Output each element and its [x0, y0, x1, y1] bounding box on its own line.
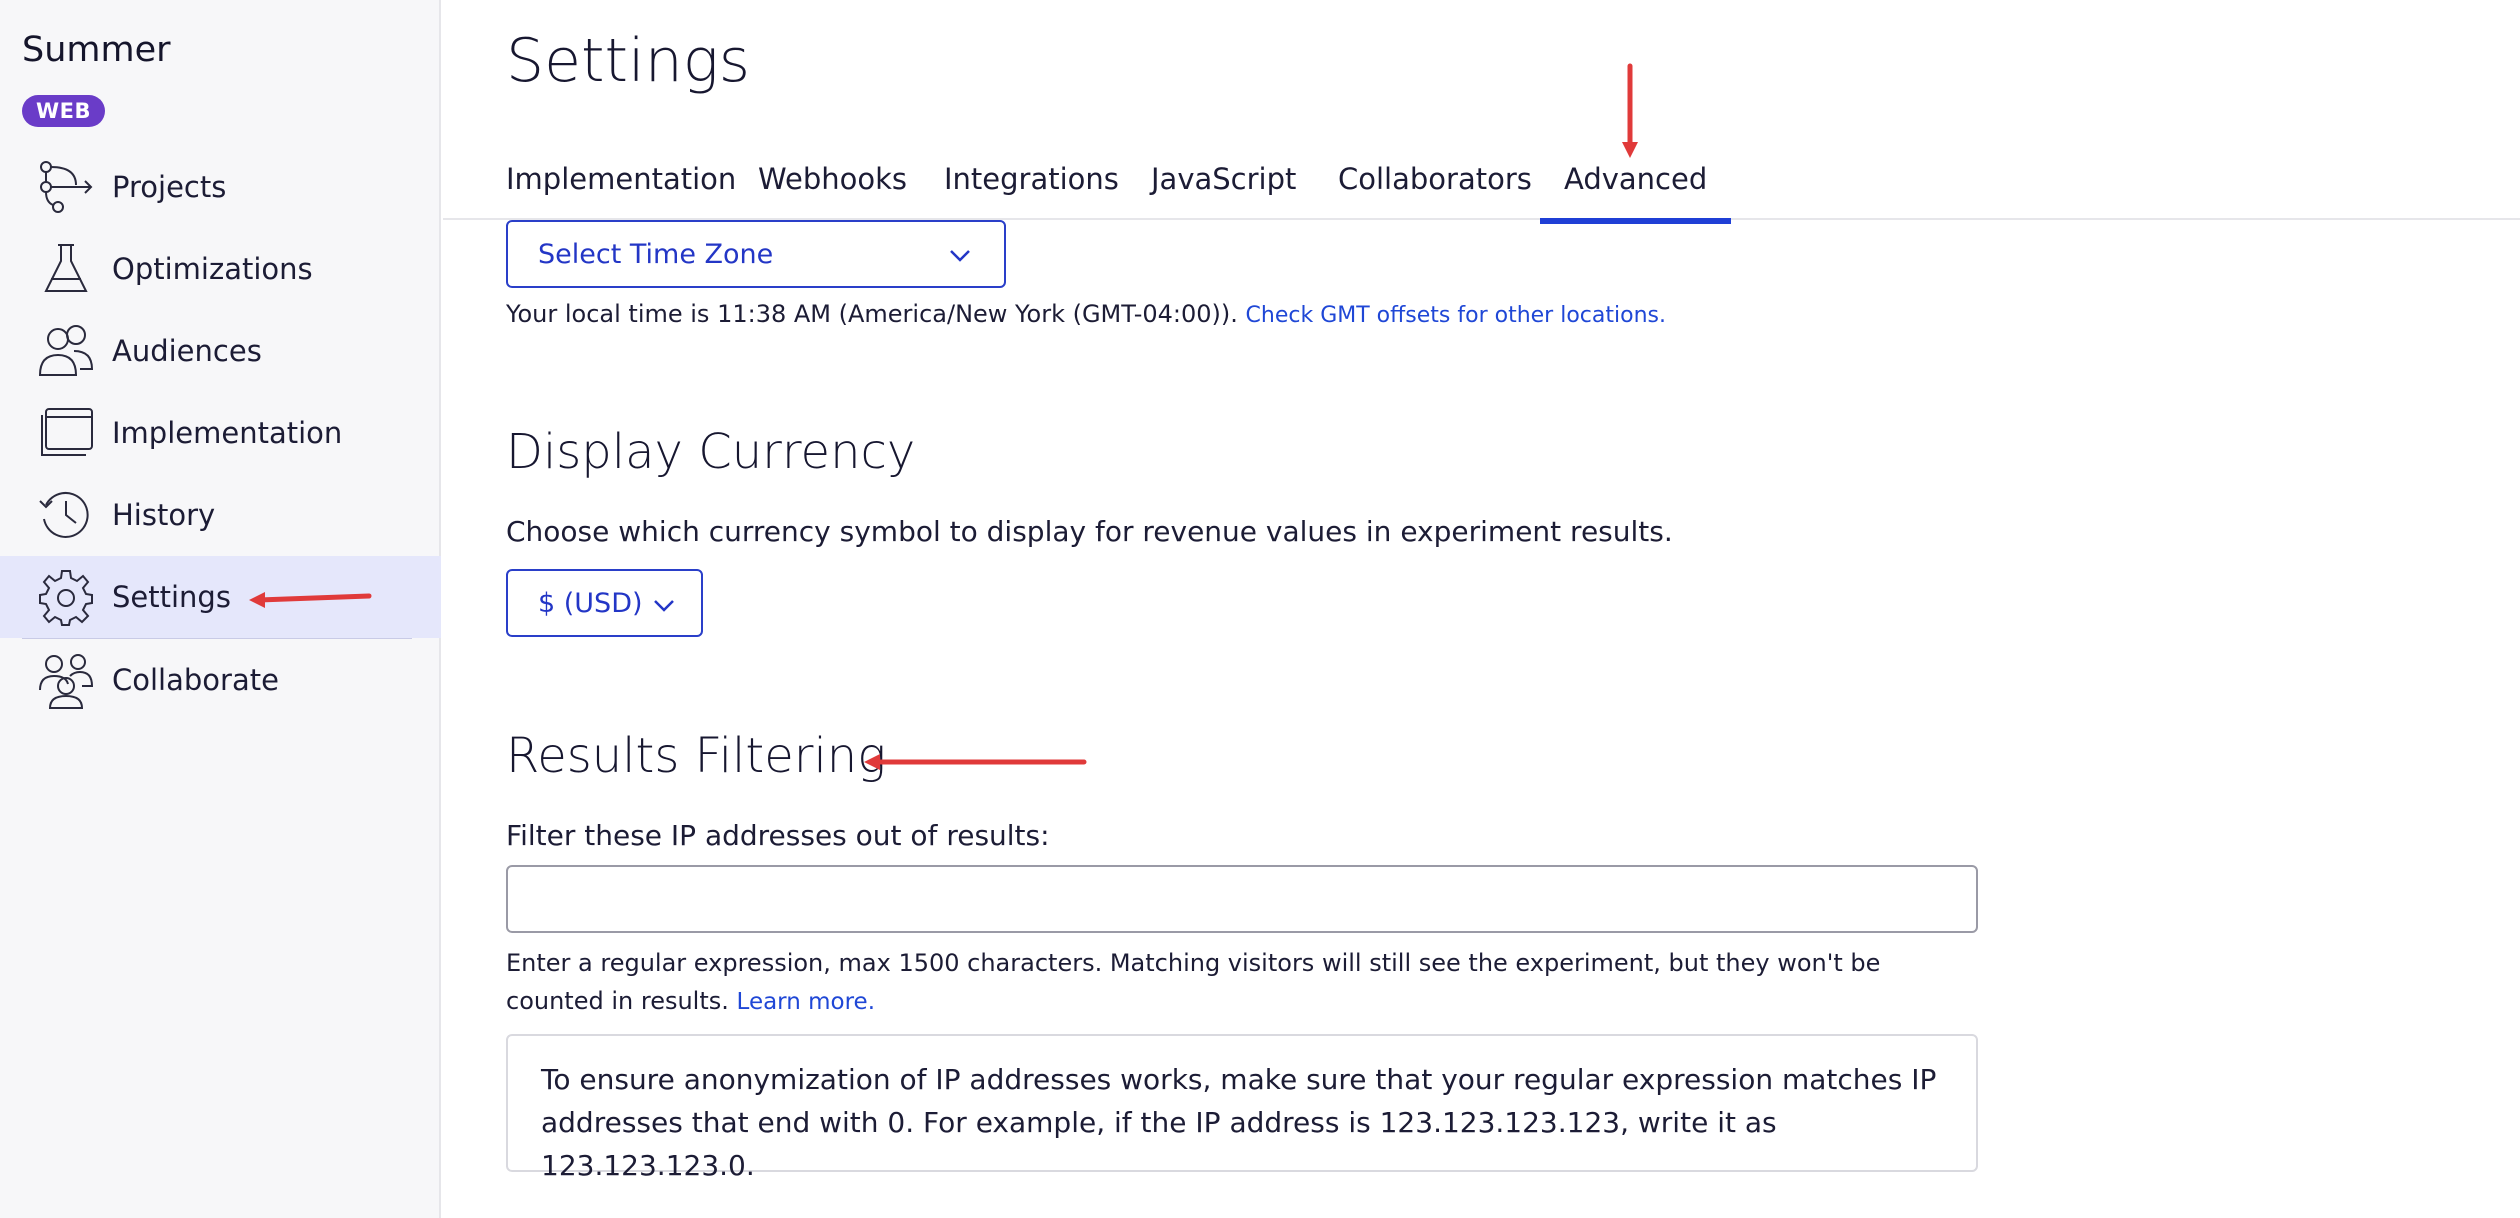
sidebar-item-optimizations[interactable]: Optimizations [0, 228, 441, 310]
sidebar-nav: Projects Optimizations Audiences Impleme… [0, 146, 441, 721]
implementation-icon [36, 403, 96, 463]
page-title: Settings [506, 26, 751, 96]
flask-icon [36, 239, 96, 299]
tab-collaborators[interactable]: Collaborators [1338, 162, 1532, 196]
main-content: Settings Implementation Webhooks Integra… [443, 0, 2520, 1218]
platform-badge: WEB [22, 95, 106, 127]
timezone-select[interactable]: Select Time Zone [506, 220, 1006, 288]
projects-icon [36, 157, 96, 217]
ip-filter-help: Enter a regular expression, max 1500 cha… [506, 944, 1978, 1021]
currency-select[interactable]: $ (USD) [506, 569, 703, 637]
sidebar-item-implementation[interactable]: Implementation [0, 392, 441, 474]
sidebar-item-history[interactable]: History [0, 474, 441, 556]
display-currency-description: Choose which currency symbol to display … [506, 515, 1673, 548]
timezone-select-label: Select Time Zone [538, 238, 774, 270]
ip-filter-label: Filter these IP addresses out of results… [506, 819, 1050, 852]
ip-anonymization-notice: To ensure anonymization of IP addresses … [506, 1034, 1978, 1182]
chevron-down-icon [950, 250, 970, 262]
ip-filter-help-text: Enter a regular expression, max 1500 cha… [506, 949, 1881, 1015]
sidebar-item-collaborate[interactable]: Collaborate [0, 639, 441, 721]
sidebar-item-label: Audiences [112, 334, 262, 368]
settings-tabs: Implementation Webhooks Integrations Jav… [443, 150, 2520, 224]
tab-javascript[interactable]: JavaScript [1151, 162, 1296, 196]
sidebar-item-label: Settings [112, 580, 231, 614]
gear-icon [36, 567, 96, 627]
sidebar-item-projects[interactable]: Projects [0, 146, 441, 228]
project-name[interactable]: Summer [22, 30, 171, 70]
tab-integrations[interactable]: Integrations [944, 162, 1119, 196]
tab-webhooks[interactable]: Webhooks [758, 162, 907, 196]
currency-select-value: $ (USD) [538, 587, 643, 619]
sidebar-item-label: Implementation [112, 416, 343, 450]
annotation-arrow-results-filtering [864, 754, 1087, 770]
sidebar-item-label: Projects [112, 170, 227, 204]
gmt-offsets-link[interactable]: Check GMT offsets for other locations. [1246, 303, 1666, 328]
tab-implementation[interactable]: Implementation [506, 162, 736, 196]
sidebar-item-label: Optimizations [112, 252, 313, 286]
annotation-arrow-settings [249, 592, 372, 608]
history-icon [36, 485, 96, 545]
collaborate-icon [36, 650, 96, 710]
sidebar-item-label: History [112, 498, 216, 532]
sidebar-item-audiences[interactable]: Audiences [0, 310, 441, 392]
local-time-value: Your local time is 11:38 AM (America/New… [506, 300, 1238, 328]
local-time-text: Your local time is 11:38 AM (America/New… [506, 300, 1666, 328]
display-currency-heading: Display Currency [506, 424, 916, 480]
results-filtering-heading: Results Filtering [506, 728, 887, 784]
sidebar: Summer WEB Projects Optimizations Audien… [0, 0, 441, 1218]
ip-filter-input[interactable] [506, 865, 1978, 933]
tab-advanced[interactable]: Advanced [1539, 162, 1732, 224]
learn-more-link[interactable]: Learn more. [737, 989, 875, 1015]
audiences-icon [36, 321, 96, 381]
chevron-down-icon [654, 600, 674, 612]
sidebar-item-label: Collaborate [112, 663, 279, 697]
annotation-arrow-advanced [1622, 63, 1638, 158]
